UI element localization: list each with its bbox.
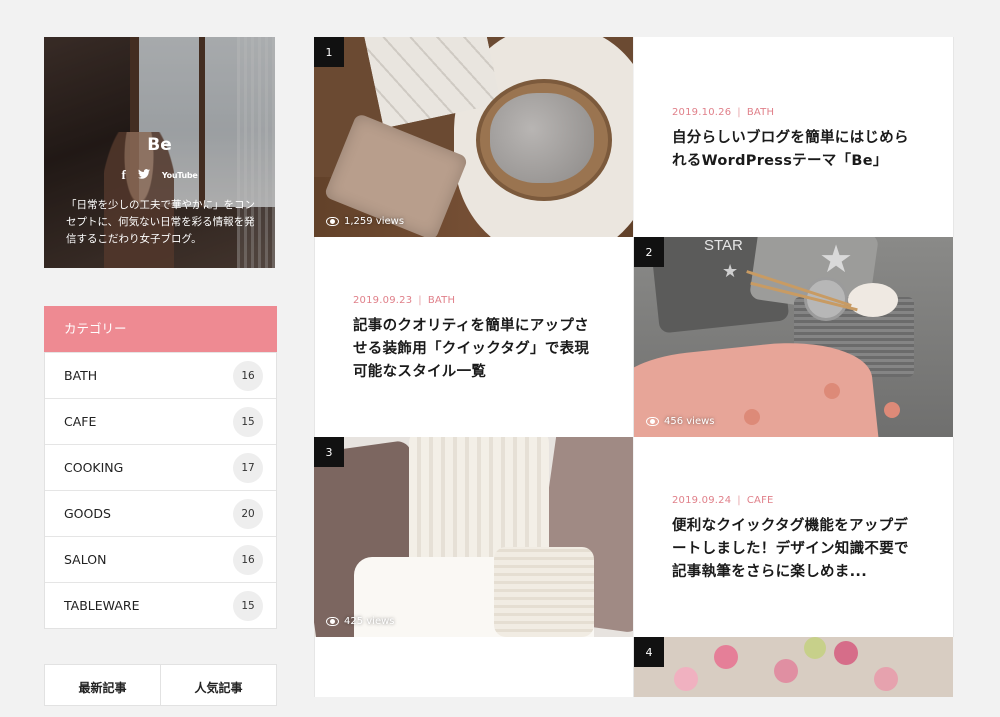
category-label: SALON: [64, 552, 107, 567]
category-item[interactable]: SALON 16: [45, 536, 276, 582]
post-meta: 2019.10.26 | BATH: [672, 107, 774, 118]
eye-icon: [326, 617, 339, 626]
category-count: 16: [233, 360, 263, 391]
tab-recent[interactable]: 最新記事: [45, 665, 160, 705]
view-count: 1,259 views: [326, 216, 404, 227]
category-item[interactable]: BATH 16: [45, 352, 276, 398]
post-thumbnail[interactable]: 3 425 views: [314, 437, 633, 637]
photo-star: ★: [722, 261, 739, 282]
profile-description: 「日常を少しの工夫で華やかに」をコンセプトに、何気ない日常を彩る情報を発信するこ…: [66, 199, 255, 245]
photo-sweater: [494, 547, 594, 637]
post-title[interactable]: 記事のクオリティを簡単にアップさせる装飾用「クイックタグ」で表現可能なスタイル一…: [353, 315, 598, 384]
category-label: TABLEWARE: [64, 598, 140, 613]
category-item[interactable]: COOKING 17: [45, 444, 276, 490]
photo-cushion-print: STAR: [704, 237, 743, 254]
photo-flower: [674, 667, 698, 691]
view-count: 425 views: [326, 616, 395, 627]
post-text[interactable]: [314, 637, 634, 697]
photo-star: ★: [819, 237, 854, 281]
rank-badge: 3: [314, 437, 344, 467]
photo-flower: [714, 645, 738, 669]
post-title[interactable]: 便利なクイックタグ機能をアップデートしました！デザイン知識不要で記事執筆をさらに…: [672, 515, 917, 584]
category-widget: カテゴリー BATH 16 CAFE 15 COOKING 17 GOODS 2…: [44, 306, 277, 629]
photo-pompom: [744, 409, 760, 425]
photo-yarn: [848, 283, 898, 317]
post-title[interactable]: 自分らしいブログを簡単にはじめられるWordPressテーマ「Be」: [672, 127, 922, 173]
category-item[interactable]: TABLEWARE 15: [45, 582, 276, 628]
photo-lime: [804, 637, 826, 659]
twitter-icon[interactable]: [137, 168, 150, 182]
post-text[interactable]: 2019.09.24 | CAFE 便利なクイックタグ機能をアップデートしました！デ…: [634, 437, 954, 637]
post-date: 2019.09.24: [672, 495, 732, 506]
post-category[interactable]: CAFE: [747, 495, 774, 506]
post-thumbnail[interactable]: STAR ★ ★ 2 456 views: [634, 237, 953, 437]
ranking-grid: 1 1,259 views 2019.10.26 | BATH 自分らしいブログを簡…: [314, 37, 954, 717]
post-text[interactable]: 2019.09.23 | BATH 記事のクオリティを簡単にアップさせる装飾用「クイ…: [314, 237, 634, 437]
social-links: f YouTube: [44, 167, 275, 183]
photo-pompom: [884, 402, 900, 418]
category-label: BATH: [64, 368, 98, 383]
rank-badge: 4: [634, 637, 664, 667]
post-date: 2019.10.26: [672, 107, 732, 118]
category-count: 15: [233, 590, 263, 621]
rank-badge: 1: [314, 37, 344, 67]
post-meta: 2019.09.23 | BATH: [353, 295, 455, 306]
category-label: CAFE: [64, 414, 97, 429]
post-category[interactable]: BATH: [428, 295, 455, 306]
category-label: GOODS: [64, 506, 111, 521]
eye-icon: [646, 417, 659, 426]
photo-flower: [774, 659, 798, 683]
category-heading: カテゴリー: [44, 306, 277, 352]
category-count: 17: [233, 452, 263, 483]
photo-blanket: [490, 93, 594, 183]
tab-popular[interactable]: 人気記事: [160, 665, 276, 705]
photo-flower: [874, 667, 898, 691]
post-text[interactable]: 2019.10.26 | BATH 自分らしいブログを簡単にはじめられるWordPr…: [634, 37, 954, 237]
category-count: 15: [233, 406, 263, 437]
category-count: 16: [233, 544, 263, 575]
profile-name: Be: [147, 135, 172, 155]
category-item[interactable]: GOODS 20: [45, 490, 276, 536]
facebook-icon[interactable]: f: [122, 167, 126, 183]
view-count-text: 425 views: [344, 616, 395, 627]
category-label: COOKING: [64, 460, 124, 475]
post-meta: 2019.09.24 | CAFE: [672, 495, 774, 506]
post-tabs: 最新記事 人気記事: [44, 664, 277, 706]
youtube-icon[interactable]: YouTube: [162, 171, 198, 180]
photo-flower: [834, 641, 858, 665]
profile-card: Be f YouTube 「日常を少しの工夫で華やかに」をコンセプトに、何気ない…: [44, 37, 275, 268]
meta-separator: |: [737, 107, 741, 118]
meta-separator: |: [418, 295, 422, 306]
post-category[interactable]: BATH: [747, 107, 774, 118]
post-thumbnail[interactable]: 4: [634, 637, 953, 697]
view-count-text: 1,259 views: [344, 216, 405, 227]
category-item[interactable]: CAFE 15: [45, 398, 276, 444]
rank-badge: 2: [634, 237, 664, 267]
photo-pompom: [824, 383, 840, 399]
view-count-text: 456 views: [664, 416, 715, 427]
post-date: 2019.09.23: [353, 295, 413, 306]
category-count: 20: [233, 498, 263, 529]
meta-separator: |: [737, 495, 741, 506]
eye-icon: [326, 217, 339, 226]
view-count: 456 views: [646, 416, 715, 427]
post-thumbnail[interactable]: 1 1,259 views: [314, 37, 633, 237]
